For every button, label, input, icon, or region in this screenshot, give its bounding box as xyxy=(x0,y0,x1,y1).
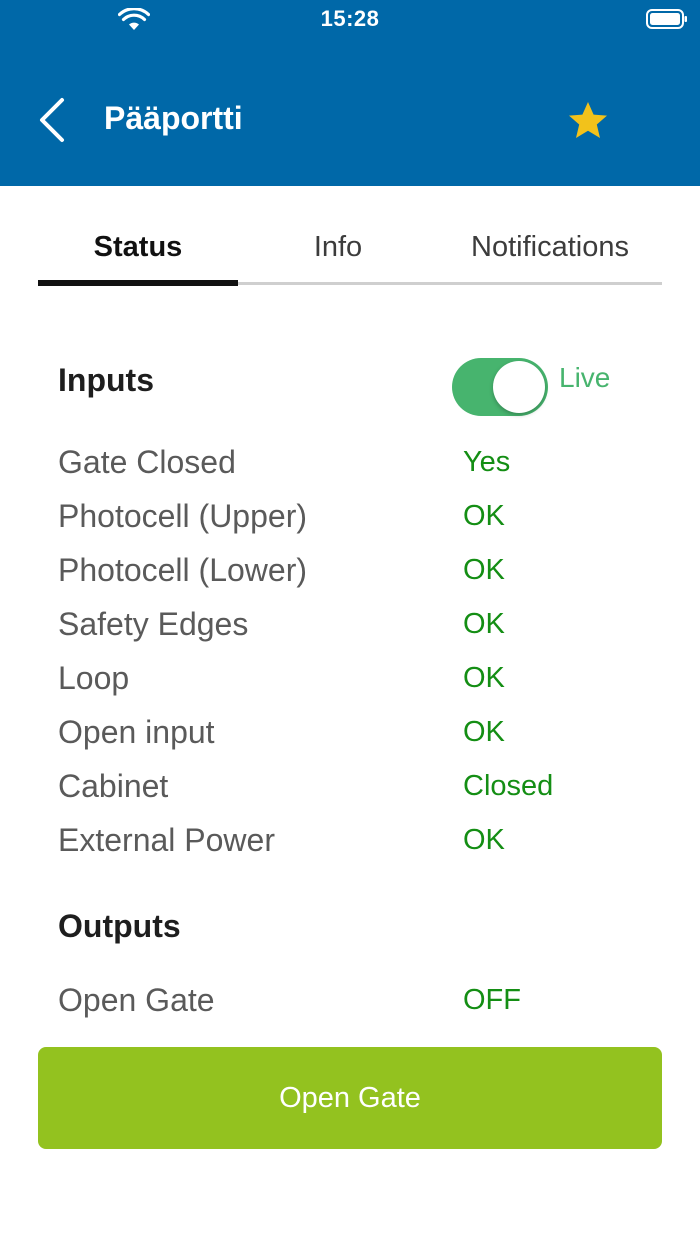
tab-notifications[interactable]: Notifications xyxy=(438,216,662,278)
row-label: Safety Edges xyxy=(58,606,249,642)
battery-icon xyxy=(646,9,687,29)
back-chevron-icon[interactable] xyxy=(34,96,70,144)
toggle-knob xyxy=(493,361,545,413)
row-label: Gate Closed xyxy=(58,444,236,480)
row-value: OK xyxy=(463,824,505,856)
row-value: OK xyxy=(463,716,505,748)
active-tab-indicator xyxy=(38,280,238,286)
row-value: Yes xyxy=(463,446,511,478)
status-row-gate-closed: Gate Closed Yes xyxy=(0,442,700,496)
row-value: OK xyxy=(463,554,505,586)
status-row-open-gate-output: Open Gate OFF xyxy=(0,980,700,1034)
row-value: OK xyxy=(463,608,505,640)
favorite-star-icon[interactable] xyxy=(566,100,610,142)
status-row-safety-edges: Safety Edges OK xyxy=(0,604,700,658)
row-label: Open Gate xyxy=(58,982,215,1018)
live-toggle[interactable] xyxy=(452,358,548,416)
app-header: 15:28 Pääportti xyxy=(0,0,700,186)
row-value: OK xyxy=(463,662,505,694)
tab-bar: Status Info Notifications xyxy=(38,216,662,288)
status-bar: 15:28 xyxy=(0,0,700,40)
status-row-open-input: Open input OK xyxy=(0,712,700,766)
page-title: Pääportti xyxy=(104,100,243,136)
row-value: OK xyxy=(463,500,505,532)
status-row-photocell-lower: Photocell (Lower) OK xyxy=(0,550,700,604)
row-label: Cabinet xyxy=(58,768,169,804)
row-label: Photocell (Upper) xyxy=(58,498,307,534)
status-time: 15:28 xyxy=(320,6,380,31)
row-label: External Power xyxy=(58,822,275,858)
open-gate-button[interactable]: Open Gate xyxy=(38,1047,662,1149)
outputs-section-title: Outputs xyxy=(58,908,181,944)
inputs-section-title: Inputs xyxy=(58,362,154,398)
status-row-cabinet: Cabinet Closed xyxy=(0,766,700,820)
row-label: Open input xyxy=(58,714,215,750)
row-label: Photocell (Lower) xyxy=(58,552,307,588)
status-row-loop: Loop OK xyxy=(0,658,700,712)
status-row-photocell-upper: Photocell (Upper) OK xyxy=(0,496,700,550)
row-value: Closed xyxy=(463,770,554,802)
status-row-external-power: External Power OK xyxy=(0,820,700,874)
row-value: OFF xyxy=(463,984,521,1016)
row-label: Loop xyxy=(58,660,130,696)
live-label: Live xyxy=(559,362,611,393)
tab-info[interactable]: Info xyxy=(238,216,438,278)
tab-status[interactable]: Status xyxy=(38,216,238,278)
